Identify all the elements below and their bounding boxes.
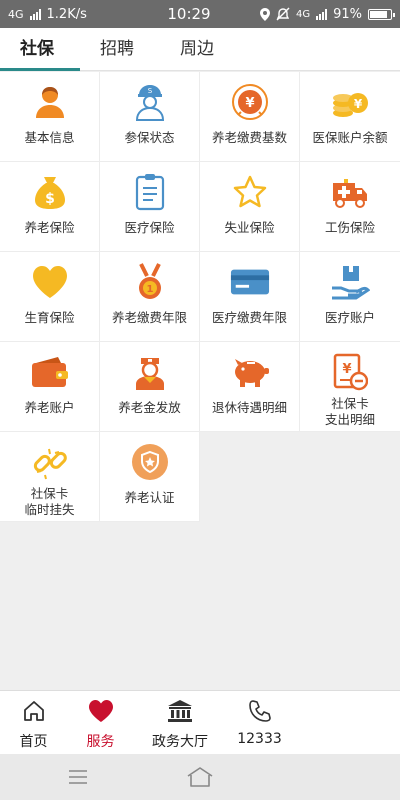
person-icon (30, 82, 70, 122)
service-pension-authentication[interactable]: 养老认证 (100, 432, 200, 522)
heart-icon (30, 262, 70, 302)
alarm-off-icon (276, 7, 290, 21)
service-label: 参保状态 (124, 130, 175, 145)
ambulance-icon (330, 172, 370, 212)
service-label: 基本信息 (24, 130, 75, 145)
system-nav-bar (0, 754, 400, 800)
yen-coin-icon: ¥ (230, 82, 270, 122)
service-label: 失业保险 (224, 220, 275, 235)
nav-label: 12333 (237, 731, 282, 747)
heart-icon (88, 697, 114, 725)
shield-badge-icon (130, 442, 170, 482)
government-building-icon (167, 697, 193, 725)
tab-recruitment[interactable]: 招聘 (100, 28, 134, 71)
service-label: 医疗保险 (124, 220, 175, 235)
service-grid: 基本信息 S 参保状态 ¥ 养老缴费基数 ¥ 医保账户余额 $ 养老保险 医疗保… (0, 72, 400, 522)
nav-label: 首页 (19, 734, 48, 750)
service-insured-status[interactable]: S 参保状态 (100, 72, 200, 162)
signal-icon (29, 8, 41, 20)
service-medical-account[interactable]: 医疗账户 (300, 252, 400, 342)
service-label: 养老金发放 (118, 400, 181, 415)
svg-text:$: $ (45, 191, 55, 207)
tab-nearby[interactable]: 周边 (180, 28, 214, 71)
network-right-label: 4G (295, 8, 311, 20)
service-label: 养老账户 (24, 400, 75, 415)
service-medical-insurance[interactable]: 医疗保险 (100, 162, 200, 252)
nurse-icon (130, 352, 170, 392)
worker-icon: S (130, 82, 170, 122)
svg-text:S: S (147, 87, 152, 95)
medal-icon: 1 (130, 262, 170, 302)
nav-services[interactable]: 服务 (67, 691, 134, 754)
service-retirement-details[interactable]: 退休待遇明细 (200, 342, 300, 432)
system-home-icon[interactable] (186, 766, 214, 788)
tab-underline (0, 68, 80, 71)
service-pension-payment[interactable]: 养老金发放 (100, 342, 200, 432)
phone-icon (248, 697, 272, 725)
service-label: 医保账户余额 (312, 130, 388, 145)
service-unemployment-insurance[interactable]: 失业保险 (200, 162, 300, 252)
service-label: 养老缴费年限 (111, 310, 187, 325)
hand-box-icon (330, 262, 370, 302)
svg-text:¥: ¥ (354, 97, 363, 111)
service-injury-insurance[interactable]: 工伤保险 (300, 162, 400, 252)
signal-right-icon (316, 8, 328, 20)
network-label: 4G (8, 7, 24, 21)
service-label: 社保卡 支出明细 (324, 396, 375, 427)
tab-bar: 社保 招聘 周边 (0, 28, 400, 71)
nav-label: 服务 (86, 734, 115, 750)
service-label: 工伤保险 (324, 220, 375, 235)
bottom-nav: 首页 服务 政务大厅 12333 (0, 690, 400, 754)
home-icon (22, 697, 46, 725)
wallet-icon (30, 352, 70, 392)
service-maternity-insurance[interactable]: 生育保险 (0, 252, 100, 342)
nav-home[interactable]: 首页 (0, 691, 67, 754)
piggy-bank-icon (230, 352, 270, 392)
tab-social-security[interactable]: 社保 (20, 28, 54, 71)
service-pension-account[interactable]: 养老账户 (0, 342, 100, 432)
nav-label: 政务大厅 (152, 734, 208, 750)
service-medical-years[interactable]: 医疗缴费年限 (200, 252, 300, 342)
service-label: 医疗缴费年限 (211, 310, 287, 325)
network-speed: 1.2K/s (46, 6, 87, 22)
service-basic-info[interactable]: 基本信息 (0, 72, 100, 162)
broken-link-icon (30, 442, 70, 482)
nav-government-hall[interactable]: 政务大厅 (134, 691, 226, 754)
service-label: 社保卡 临时挂失 (24, 486, 75, 517)
svg-text:1: 1 (146, 284, 153, 295)
service-pension-base[interactable]: ¥ 养老缴费基数 (200, 72, 300, 162)
service-pension-years[interactable]: 1 养老缴费年限 (100, 252, 200, 342)
clock: 10:29 (167, 5, 211, 23)
service-label: 生育保险 (24, 310, 75, 325)
svg-text:¥: ¥ (342, 362, 351, 377)
service-label: 退休待遇明细 (211, 400, 287, 415)
battery-icon (368, 8, 395, 20)
bank-card-icon (230, 262, 270, 302)
service-label: 医疗账户 (324, 310, 375, 325)
clipboard-icon (130, 172, 170, 212)
svg-text:¥: ¥ (245, 96, 254, 111)
service-medical-balance[interactable]: ¥ 医保账户余额 (300, 72, 400, 162)
service-label: 养老保险 (24, 220, 75, 235)
battery-percent: 91% (333, 6, 362, 22)
money-bag-icon: $ (30, 172, 70, 212)
coins-icon: ¥ (330, 82, 370, 122)
service-label: 养老认证 (124, 490, 175, 505)
menu-icon[interactable] (68, 769, 88, 785)
location-icon (259, 7, 270, 21)
star-icon (230, 172, 270, 212)
service-card-expense-details[interactable]: ¥ 社保卡 支出明细 (300, 342, 400, 432)
yen-doc-icon: ¥ (330, 352, 370, 392)
status-bar: 4G 1.2K/s 10:29 4G 91% (0, 0, 400, 28)
service-label: 养老缴费基数 (211, 130, 287, 145)
service-pension-insurance[interactable]: $ 养老保险 (0, 162, 100, 252)
nav-hotline[interactable]: 12333 (226, 691, 293, 754)
service-card-report-loss[interactable]: 社保卡 临时挂失 (0, 432, 100, 522)
